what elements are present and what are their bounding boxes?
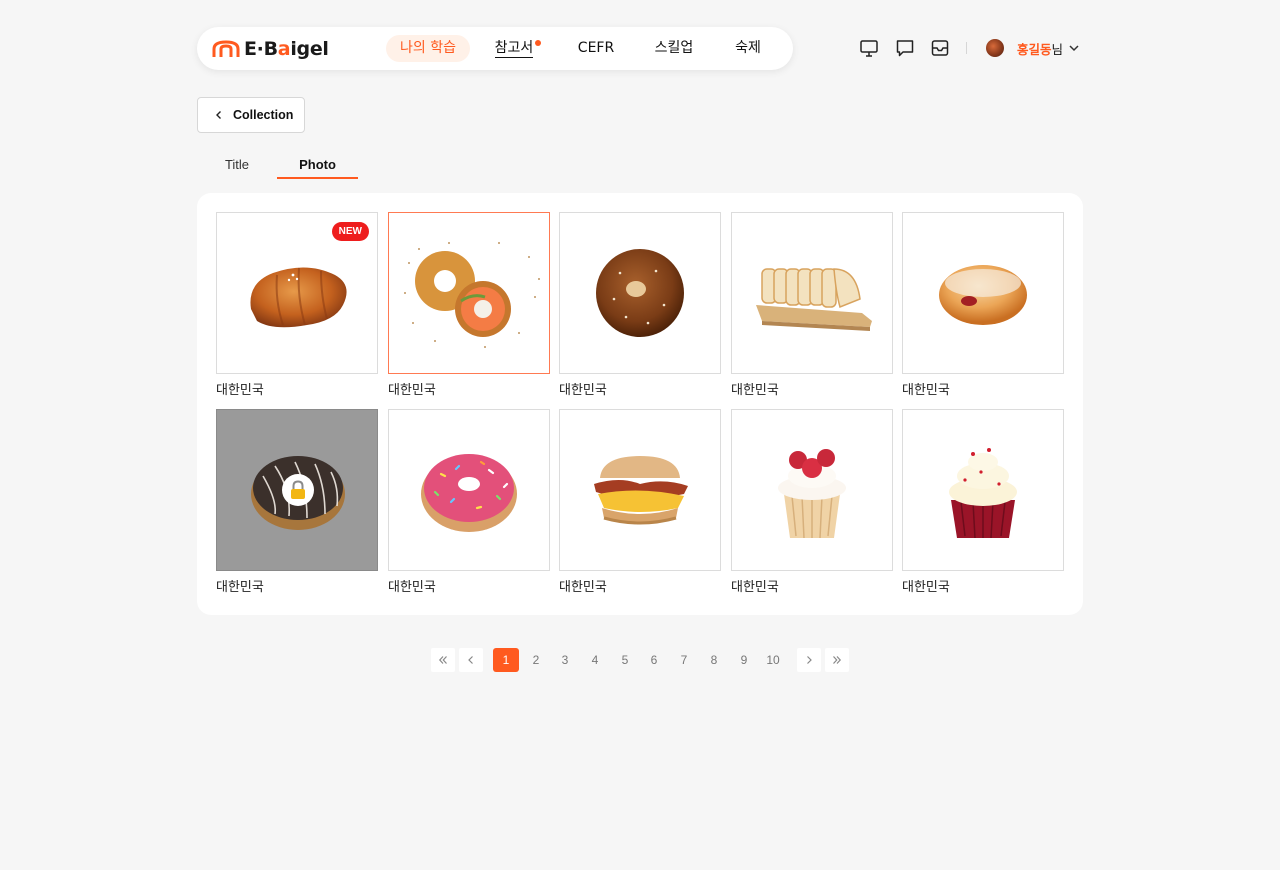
next-page-button[interactable]: [797, 648, 821, 672]
thumbnail[interactable]: [731, 409, 893, 571]
inbox-icon[interactable]: [929, 37, 951, 59]
salmon-bagel-image: [404, 242, 540, 348]
prev-page-button[interactable]: [459, 648, 483, 672]
chevron-right-icon: [807, 656, 812, 664]
thumbnail[interactable]: [216, 409, 378, 571]
thumbnail[interactable]: [902, 212, 1064, 374]
thumbnail[interactable]: [388, 212, 550, 374]
chat-icon[interactable]: [894, 37, 916, 59]
chevron-left-icon: [216, 111, 221, 119]
item-caption: 대한민국: [731, 580, 779, 595]
item-caption: 대한민국: [216, 383, 264, 398]
item-caption: 대한민국: [731, 383, 779, 398]
double-chevron-right-icon: [833, 656, 842, 664]
item-caption: 대한민국: [559, 580, 607, 595]
page-button-4[interactable]: 4: [582, 648, 608, 672]
item-caption: 대한민국: [902, 383, 950, 398]
page-button-10[interactable]: 10: [760, 648, 786, 672]
item-caption: 대한민국: [559, 383, 607, 398]
tab-photo[interactable]: Photo: [277, 157, 358, 179]
logo-mark-icon: [212, 40, 240, 57]
thumbnail[interactable]: [559, 409, 721, 571]
page-button-7[interactable]: 7: [671, 648, 697, 672]
sprinkle-doughnut-image: [421, 454, 517, 532]
thumbnail[interactable]: [388, 409, 550, 571]
lock-badge: [282, 474, 314, 506]
notification-dot: [535, 40, 541, 46]
tab-title[interactable]: Title: [197, 157, 277, 179]
nav-reference-book[interactable]: 참고서: [493, 35, 541, 62]
page-button-2[interactable]: 2: [523, 648, 549, 672]
last-page-button[interactable]: [825, 648, 849, 672]
page-button-3[interactable]: 3: [552, 648, 578, 672]
double-chevron-left-icon: [438, 656, 447, 664]
page-button-8[interactable]: 8: [701, 648, 727, 672]
thumbnail[interactable]: [902, 409, 1064, 571]
item-caption: 대한민국: [388, 383, 436, 398]
nav-cefr[interactable]: CEFR: [573, 35, 619, 62]
avatar[interactable]: [986, 39, 1004, 57]
chevron-left-icon: [468, 656, 473, 664]
nav-my-learning[interactable]: 나의 학습: [386, 35, 470, 62]
nav-skill-up[interactable]: 스킬업: [649, 35, 699, 62]
user-name[interactable]: 홍길동님: [1017, 39, 1063, 58]
back-button-label: Collection: [233, 108, 294, 122]
new-badge: NEW: [331, 222, 369, 241]
page-button-5[interactable]: 5: [612, 648, 638, 672]
bagel-image: [596, 249, 684, 337]
page-button-1[interactable]: 1: [493, 648, 519, 672]
first-page-button[interactable]: [431, 648, 455, 672]
sliced-bread-image: [756, 268, 872, 331]
lock-icon: [291, 480, 305, 499]
page-button-6[interactable]: 6: [641, 648, 667, 672]
nav-homework[interactable]: 숙제: [731, 35, 765, 62]
thumbnail[interactable]: [559, 212, 721, 374]
raspberry-cupcake-image: [778, 449, 846, 539]
item-caption: 대한민국: [216, 580, 264, 595]
thumbnail[interactable]: NEW: [216, 212, 378, 374]
logo[interactable]: E·Baigel: [212, 38, 329, 60]
breakfast-muffin-sandwich-image: [594, 456, 688, 525]
item-caption: 대한민국: [388, 580, 436, 595]
top-nav-bar: E·Baigel 나의 학습 참고서 CEFR 스킬업 숙제: [197, 27, 793, 70]
jam-doughnut-image: [939, 265, 1027, 325]
back-to-collection-button[interactable]: Collection: [197, 97, 305, 133]
monitor-icon[interactable]: [858, 37, 880, 59]
thumbnail[interactable]: [731, 212, 893, 374]
page-button-9[interactable]: 9: [731, 648, 757, 672]
divider: [966, 42, 967, 54]
item-caption: 대한민국: [902, 580, 950, 595]
photo-gallery: NEW 대한민국 대한민국 대한민국 대한민국 대한민국 대한민국 대한민국 대…: [197, 193, 1083, 615]
red-velvet-cupcake-image: [949, 448, 1017, 539]
chevron-down-icon[interactable]: [1067, 41, 1081, 55]
logo-text: E·Baigel: [244, 38, 329, 60]
